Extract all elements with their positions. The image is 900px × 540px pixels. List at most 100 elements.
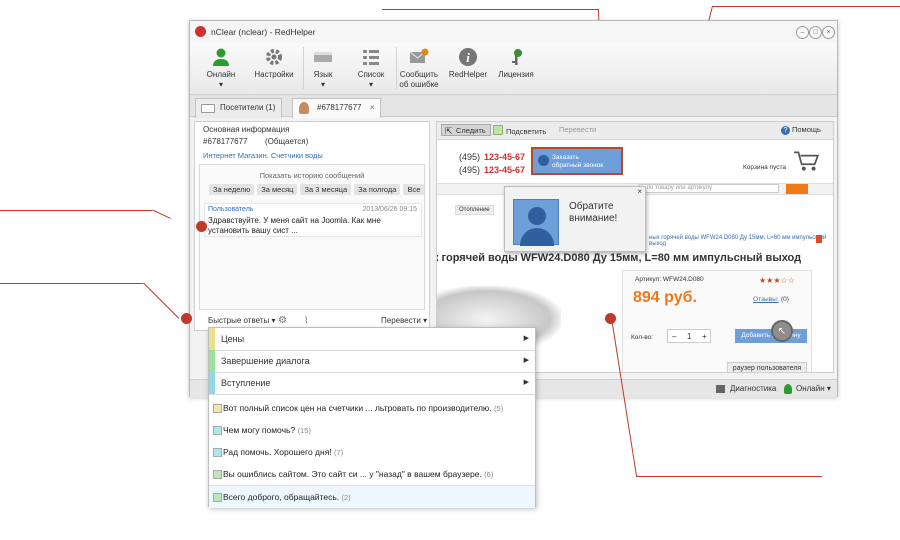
phone-number: 123-45-67 <box>484 165 526 175</box>
avatar-head <box>528 207 546 225</box>
tab-label: #678177677 <box>317 103 362 112</box>
callback-button[interactable]: Заказать обратный звонок <box>531 147 623 175</box>
attach-icon[interactable]: ⌇ <box>304 315 308 326</box>
category-intro[interactable]: Вступление ▶ <box>209 372 535 395</box>
quick-answer-item-selected[interactable]: Всего доброго, обращайтесь. (2) <box>209 485 535 508</box>
filter-3months-button[interactable]: За 3 месяца <box>300 184 352 195</box>
category-label: Вступление <box>221 378 271 388</box>
quick-answer-item[interactable]: Рад помочь. Хорошего дня! (7) <box>209 441 535 463</box>
visitor-icon <box>299 102 309 114</box>
help-button[interactable]: ? Помощь <box>781 125 821 135</box>
filter-month-button[interactable]: За месяц <box>257 184 298 195</box>
site-translate-button[interactable]: Перевести <box>559 125 596 134</box>
online-status-button[interactable]: Онлайн ▾ <box>796 384 831 393</box>
operator-avatar <box>513 199 559 246</box>
minimize-button[interactable]: – <box>796 26 809 39</box>
chevron-right-icon: ▶ <box>523 357 529 364</box>
user-browser-tab[interactable]: раузер пользователя <box>727 362 807 372</box>
reviews-link[interactable]: Отзывы: <box>753 296 779 303</box>
highlight-label: Подсветить <box>506 127 547 136</box>
show-history-label[interactable]: Показать историю сообщений <box>200 171 424 180</box>
toolbar-label: RedHelper <box>448 70 488 79</box>
reviews-count: (0) <box>781 296 789 303</box>
red-marker-icon <box>816 235 822 243</box>
breadcrumb-item[interactable]: Отопление <box>455 205 494 215</box>
gear-icon[interactable]: ⚙ <box>278 315 287 326</box>
category-closing[interactable]: Завершение диалога ▶ <box>209 350 535 373</box>
phone-code: (495) <box>459 152 481 162</box>
pointer-line <box>382 9 598 10</box>
report-error-icon <box>409 48 429 63</box>
tab-visitor-chat[interactable]: #678177677 × <box>292 98 381 118</box>
quick-answer-item[interactable]: Вы ошиблись сайтом. Это сайт си ... у "н… <box>209 463 535 485</box>
visitor-source-link[interactable]: Интернет Магазин. Счетчики воды <box>203 151 323 160</box>
toolbar-online-button[interactable]: Онлайн ▾ <box>192 45 250 90</box>
category-label: Цены <box>221 334 245 344</box>
help-label: Помощь <box>792 125 821 134</box>
rating-stars[interactable]: ★★★☆☆ <box>759 276 795 285</box>
highlight-button[interactable]: Подсветить <box>493 125 546 136</box>
list-icon <box>363 50 379 65</box>
cursor-icon: ⇱ <box>445 126 453 136</box>
popup-text: Обратите внимание! <box>569 201 618 224</box>
product-price: 894 руб. <box>633 289 697 306</box>
cart-icon[interactable] <box>793 150 819 172</box>
attention-popup: × Обратите внимание! <box>504 186 646 252</box>
quick-answer-item[interactable]: Вот полный список цен на счетчики ... ль… <box>209 397 535 419</box>
language-icon <box>314 52 332 62</box>
app-logo-icon <box>195 26 206 37</box>
avatar-body <box>520 228 554 246</box>
tab-close-icon[interactable]: × <box>370 99 375 117</box>
search-input[interactable]: ь по товару или артикулу <box>639 184 779 193</box>
answer-count: (2) <box>341 493 351 502</box>
diagnostics-icon <box>716 385 725 393</box>
maximize-button[interactable]: □ <box>809 26 822 39</box>
quick-replies-menu: Цены ▶ Завершение диалога ▶ Вступление ▶… <box>208 327 536 508</box>
answer-text: Рад помочь. Хорошего дня! <box>223 447 332 457</box>
chat-area: Показать историю сообщений За неделю За м… <box>199 164 425 310</box>
toolbar-license-button[interactable]: Лицензия <box>487 45 545 80</box>
quick-replies-button[interactable]: Быстрые ответы ▾ <box>208 316 275 325</box>
popup-close-icon[interactable]: × <box>637 187 642 196</box>
filter-all-button[interactable]: Все <box>403 184 425 195</box>
message-time: 2013/06/26 09:15 <box>362 206 418 213</box>
message-text: Здравствуйте. У меня сайт на Joomla. Как… <box>208 216 381 235</box>
answer-text: Вы ошиблись сайтом. Это сайт си ... у "н… <box>223 469 482 479</box>
online-status-icon <box>784 384 792 394</box>
help-icon: ? <box>781 126 790 135</box>
answer-text: Чем могу помочь? <box>223 425 296 435</box>
follow-label: Следить <box>456 126 486 135</box>
quantity-value[interactable]: 1 <box>687 330 691 344</box>
quick-answer-item[interactable]: Чем могу помочь? (15) <box>209 419 535 441</box>
tab-visitors[interactable]: Посетители (1) <box>195 98 283 118</box>
visitor-id: #678177677 <box>203 137 248 146</box>
category-color <box>209 372 215 394</box>
search-button[interactable] <box>786 184 808 194</box>
answer-count: (7) <box>334 448 344 457</box>
folder-icon <box>201 104 215 113</box>
toolbar-label: Онлайн <box>206 70 236 79</box>
product-link[interactable]: ных горячей воды WFW24.D080 Ду 15мм, L=8… <box>649 235 833 247</box>
visitor-panel: Основная информация #678177677 (Общается… <box>194 121 430 331</box>
answer-text: Вот полный список цен на счетчики ... ль… <box>223 403 492 413</box>
increment-button[interactable]: + <box>702 330 707 344</box>
phone-icon <box>538 155 549 166</box>
license-key-icon <box>512 49 522 65</box>
filter-halfyear-button[interactable]: За полгода <box>354 184 401 195</box>
history-filters: За неделю За месяц За 3 месяца За полгода Вс… <box>209 184 427 195</box>
close-button[interactable]: × <box>822 26 835 39</box>
site-toolbar: ⇱ Следить Подсветить Перевести ? Помощь <box>437 122 833 140</box>
follow-button[interactable]: ⇱ Следить <box>441 124 491 136</box>
answer-count: (15) <box>297 426 311 435</box>
translate-button[interactable]: Перевести ▾ <box>381 316 427 325</box>
tab-label: Посетители (1) <box>220 103 276 112</box>
category-prices[interactable]: Цены ▶ <box>209 328 535 351</box>
answer-count: (5) <box>494 404 504 413</box>
filter-week-button[interactable]: За неделю <box>209 184 255 195</box>
decrement-button[interactable]: – <box>672 330 676 344</box>
diagnostics-button[interactable]: Диагностика <box>730 384 776 393</box>
pointer-line <box>152 209 171 219</box>
pointer-line <box>143 282 180 319</box>
pointer-line <box>636 476 822 477</box>
quantity-stepper[interactable]: – 1 + <box>667 329 711 343</box>
